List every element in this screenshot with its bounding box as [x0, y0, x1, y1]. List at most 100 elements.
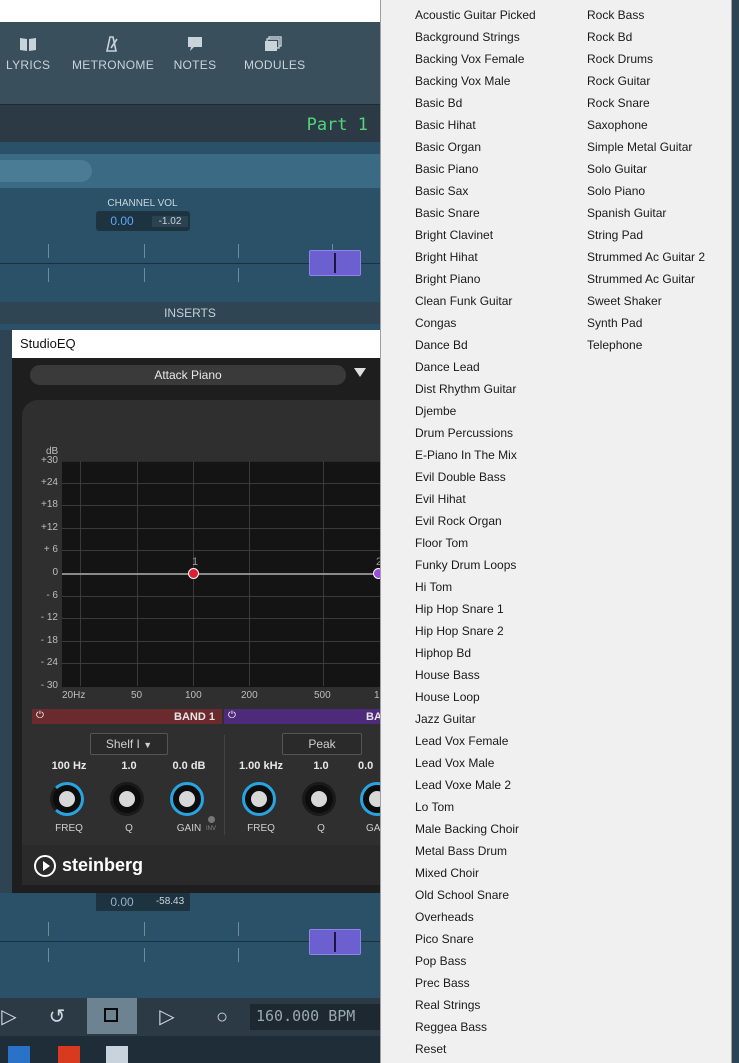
lower-vol-value[interactable]: 0.00	[98, 895, 146, 909]
fader-tick	[238, 244, 239, 258]
inserts-header[interactable]: INSERTS	[0, 302, 380, 324]
menu-item[interactable]: Floor Tom	[415, 536, 468, 550]
menu-item[interactable]: Strummed Ac Guitar	[587, 272, 695, 286]
menu-item[interactable]: Lead Voxe Male 2	[415, 778, 511, 792]
eq-grid-line	[62, 663, 380, 664]
menu-item[interactable]: Rock Bass	[587, 8, 644, 22]
band1-freq-knob[interactable]	[50, 782, 84, 816]
notes-button[interactable]: NOTES	[172, 36, 218, 72]
band2-freq-knob[interactable]	[242, 782, 276, 816]
menu-item[interactable]: Acoustic Guitar Picked	[415, 8, 536, 22]
menu-item[interactable]: Evil Rock Organ	[415, 514, 502, 528]
menu-item[interactable]: House Bass	[415, 668, 480, 682]
menu-item[interactable]: Dance Bd	[415, 338, 468, 352]
menu-item[interactable]: Basic Hihat	[415, 118, 476, 132]
menu-item[interactable]: Hi Tom	[415, 580, 452, 594]
menu-item[interactable]: Simple Metal Guitar	[587, 140, 692, 154]
menu-item[interactable]: Evil Hihat	[415, 492, 466, 506]
channel-fader-handle[interactable]	[309, 250, 361, 276]
menu-item[interactable]: Dance Lead	[415, 360, 480, 374]
lower-fader-handle[interactable]	[309, 929, 361, 955]
menu-item[interactable]: Funky Drum Loops	[415, 558, 516, 572]
band1-gain-knob[interactable]	[170, 782, 204, 816]
menu-item[interactable]: Sweet Shaker	[587, 294, 662, 308]
play-icon[interactable]: ▷	[152, 1003, 182, 1031]
menu-item[interactable]: Lo Tom	[415, 800, 454, 814]
stop-button[interactable]	[87, 998, 137, 1034]
menu-item[interactable]: Pop Bass	[415, 954, 466, 968]
menu-item[interactable]: Overheads	[415, 910, 474, 924]
cycle-icon[interactable]: ↺	[42, 1003, 72, 1031]
menu-item[interactable]: Spanish Guitar	[587, 206, 666, 220]
menu-item[interactable]: Hip Hop Snare 2	[415, 624, 504, 638]
invert-toggle[interactable]	[208, 816, 215, 823]
menu-item[interactable]: Bright Piano	[415, 272, 480, 286]
menu-item[interactable]: Saxophone	[587, 118, 648, 132]
tempo-value[interactable]: 160.000 BPM	[256, 1007, 355, 1025]
menu-item[interactable]: Rock Snare	[587, 96, 650, 110]
menu-item[interactable]: Strummed Ac Guitar 2	[587, 250, 705, 264]
menu-item[interactable]: Telephone	[587, 338, 642, 352]
menu-item[interactable]: Bright Clavinet	[415, 228, 493, 242]
menu-item[interactable]: Rock Drums	[587, 52, 653, 66]
menu-item[interactable]: Reset	[415, 1042, 446, 1056]
menu-item[interactable]: Synth Pad	[587, 316, 642, 330]
menu-item[interactable]: Jazz Guitar	[415, 712, 476, 726]
band2-power-icon[interactable]: ⏻	[228, 711, 238, 721]
menu-item[interactable]: Basic Snare	[415, 206, 480, 220]
menu-item[interactable]: House Loop	[415, 690, 480, 704]
menu-item[interactable]: Solo Guitar	[587, 162, 647, 176]
menu-item[interactable]: Prec Bass	[415, 976, 470, 990]
menu-item[interactable]: Basic Bd	[415, 96, 462, 110]
menu-item[interactable]: Basic Sax	[415, 184, 468, 198]
preset-dropdown-arrow-icon[interactable]	[354, 368, 366, 377]
menu-item[interactable]: Bright Hihat	[415, 250, 478, 264]
band2-q-knob[interactable]	[302, 782, 336, 816]
menu-item[interactable]: Old School Snare	[415, 888, 509, 902]
modules-button[interactable]: MODULES	[244, 36, 305, 72]
menu-item[interactable]: Metal Bass Drum	[415, 844, 507, 858]
menu-item[interactable]: Hip Hop Snare 1	[415, 602, 504, 616]
menu-item[interactable]: Djembe	[415, 404, 456, 418]
menu-item[interactable]: Lead Vox Male	[415, 756, 494, 770]
cubase-taskbar-icon[interactable]	[8, 1046, 30, 1063]
menu-item[interactable]: Hiphop Bd	[415, 646, 471, 660]
band1-node[interactable]	[188, 568, 199, 579]
menu-item[interactable]: Basic Organ	[415, 140, 481, 154]
menu-item[interactable]: Real Strings	[415, 998, 480, 1012]
band1-q-knob[interactable]	[110, 782, 144, 816]
band1-power-icon[interactable]: ⏻	[36, 711, 46, 721]
band2-type-select[interactable]: Peak	[282, 733, 362, 755]
menu-item[interactable]: Mixed Choir	[415, 866, 479, 880]
eq-y-tick-label: +12	[41, 522, 58, 533]
menu-item[interactable]: Backing Vox Female	[415, 52, 524, 66]
menu-item[interactable]: Backing Vox Male	[415, 74, 510, 88]
band2-gain-knob[interactable]	[360, 782, 380, 816]
menu-item[interactable]: Male Backing Choir	[415, 822, 519, 836]
menu-item[interactable]: Lead Vox Female	[415, 734, 508, 748]
metronome-button[interactable]: METRONOME	[72, 36, 154, 72]
menu-item[interactable]: Basic Piano	[415, 162, 478, 176]
menu-item[interactable]: Rock Guitar	[587, 74, 650, 88]
menu-item[interactable]: Clean Funk Guitar	[415, 294, 512, 308]
menu-item[interactable]: Evil Double Bass	[415, 470, 506, 484]
channel-scroll-handle[interactable]	[0, 160, 92, 182]
menu-item[interactable]: E-Piano In The Mix	[415, 448, 517, 462]
menu-item[interactable]: Congas	[415, 316, 456, 330]
menu-item[interactable]: Drum Percussions	[415, 426, 513, 440]
menu-item[interactable]: Rock Bd	[587, 30, 632, 44]
menu-item[interactable]: Solo Piano	[587, 184, 645, 198]
menu-item[interactable]: Pico Snare	[415, 932, 474, 946]
menu-item[interactable]: Dist Rhythm Guitar	[415, 382, 516, 396]
explorer-taskbar-icon[interactable]	[106, 1046, 128, 1063]
play-prev-icon[interactable]: ▷	[0, 1003, 24, 1031]
band1-type-select[interactable]: Shelf I ▼	[90, 733, 168, 755]
menu-item[interactable]: Reggea Bass	[415, 1020, 487, 1034]
menu-item[interactable]: Background Strings	[415, 30, 520, 44]
menu-item[interactable]: String Pad	[587, 228, 643, 242]
lyrics-button[interactable]: LYRICS	[6, 36, 50, 72]
app-taskbar-icon[interactable]	[58, 1046, 80, 1063]
channel-vol-value[interactable]: 0.00	[98, 214, 146, 228]
record-icon[interactable]: ○	[207, 1003, 237, 1031]
preset-selector[interactable]: Attack Piano	[30, 365, 346, 385]
